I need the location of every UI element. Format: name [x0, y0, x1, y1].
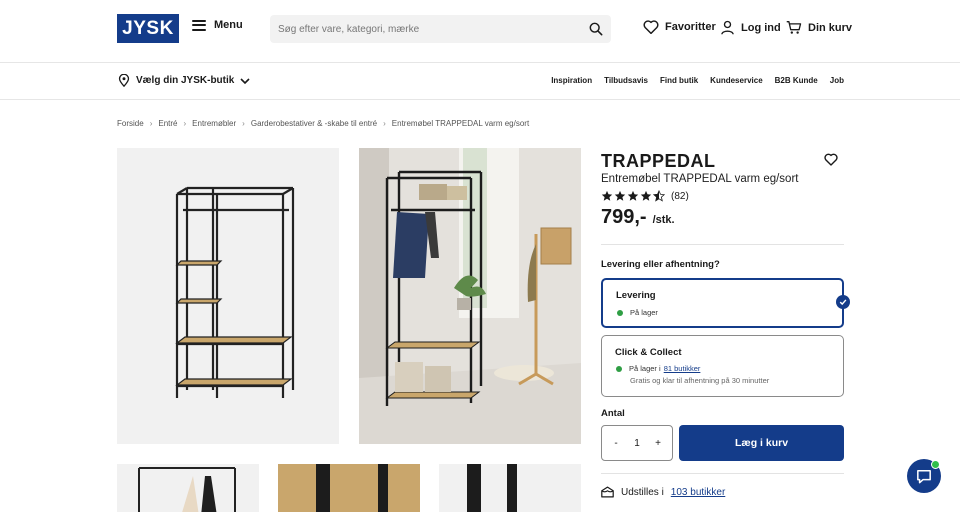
star-icon — [627, 190, 639, 201]
chevron-right-icon: › — [242, 119, 245, 128]
search-icon[interactable] — [589, 22, 603, 36]
chevron-right-icon: › — [183, 119, 187, 128]
store-icon — [601, 486, 614, 498]
room-scene-illustration — [359, 148, 581, 444]
star-icon — [640, 190, 652, 201]
chevron-down-icon — [240, 77, 250, 84]
divider — [601, 244, 844, 245]
breadcrumb-current: Entremøbel TRAPPEDAL varm eg/sort — [391, 119, 530, 128]
product-subtitle: Entremøbel TRAPPEDAL varm eg/sort — [601, 173, 799, 185]
nav-link-tilbudsavis[interactable]: Tilbudsavis — [604, 76, 648, 85]
delivery-option-title: Levering — [616, 290, 656, 301]
in-stock-dot-icon — [616, 365, 622, 372]
thumbnail-1[interactable] — [117, 464, 259, 512]
product-image-room[interactable] — [359, 148, 581, 444]
delivery-option[interactable]: Levering På lager — [601, 278, 844, 328]
breadcrumb-item[interactable]: Forside — [117, 119, 144, 128]
pickup-note: Gratis og klar til afhentning på 30 minu… — [630, 376, 770, 385]
quantity-label: Antal — [601, 408, 625, 419]
chat-bubble-icon — [917, 469, 931, 483]
nav-link-job[interactable]: Job — [830, 76, 844, 85]
product-title: TRAPPEDAL — [601, 151, 716, 171]
stock-status: På lager — [617, 308, 658, 317]
divider — [601, 473, 844, 474]
rating-count: (82) — [671, 190, 689, 202]
price-value: 799,- — [601, 206, 647, 228]
thumbnail-2[interactable] — [278, 464, 420, 512]
nav-link-find-butik[interactable]: Find butik — [660, 76, 698, 85]
quantity-stepper: - 1 + — [601, 425, 673, 461]
click-collect-option[interactable]: Click & Collect På lager i 81 butikker G… — [601, 335, 844, 397]
sub-navigation: Vælg din JYSK-butik Inspiration Tilbudsa… — [0, 63, 960, 100]
logo-text: JYSK — [122, 17, 174, 39]
cart-button[interactable]: Din kurv — [786, 20, 852, 35]
add-to-cart-label: Læg i kurv — [734, 437, 789, 449]
breadcrumb-item[interactable]: Entré — [158, 119, 177, 128]
click-collect-title: Click & Collect — [615, 347, 682, 358]
store-picker-label: Vælg din JYSK-butik — [136, 75, 235, 86]
decrease-button[interactable]: - — [610, 438, 622, 449]
jysk-logo[interactable]: JYSK — [117, 14, 179, 43]
menu-label: Menu — [214, 19, 243, 31]
online-status-dot — [931, 460, 940, 469]
thumbnail-illustration — [138, 467, 236, 512]
product-image-main[interactable] — [117, 148, 339, 444]
heart-icon — [643, 20, 659, 34]
star-icon — [601, 190, 613, 201]
chevron-right-icon: › — [149, 119, 153, 128]
subnav-links: Inspiration Tilbudsavis Find butik Kunde… — [551, 76, 844, 85]
chevron-right-icon: › — [383, 119, 386, 128]
nav-link-kundeservice[interactable]: Kundeservice — [710, 76, 762, 85]
add-to-cart-button[interactable]: Læg i kurv — [679, 425, 844, 461]
display-stores: Udstilles i 103 butikker — [601, 486, 725, 498]
price: 799,- /stk. — [601, 206, 675, 229]
store-picker[interactable]: Vælg din JYSK-butik — [118, 74, 250, 87]
display-stores-link[interactable]: 103 butikker — [671, 487, 725, 498]
quantity-value[interactable]: 1 — [634, 438, 640, 449]
heart-icon[interactable] — [824, 153, 838, 166]
star-half-icon — [653, 190, 665, 202]
breadcrumb-item[interactable]: Entremøbler — [192, 119, 236, 128]
stock-status: På lager i 81 butikker — [616, 364, 700, 373]
increase-button[interactable]: + — [652, 438, 664, 449]
breadcrumb: Forside › Entré › Entremøbler › Garderob… — [117, 119, 529, 128]
nav-link-inspiration[interactable]: Inspiration — [551, 76, 592, 85]
menu-button[interactable]: Menu — [192, 19, 243, 31]
search-bar — [270, 15, 611, 43]
cart-icon — [786, 21, 802, 34]
thumbnail-illustration — [467, 464, 517, 512]
location-pin-icon — [118, 74, 130, 87]
rating-stars[interactable]: (82) — [601, 190, 689, 202]
favorites-button[interactable]: Favoritter — [643, 20, 716, 34]
checkmark-icon — [836, 295, 850, 309]
price-unit: /stk. — [652, 214, 675, 226]
delivery-question: Levering eller afhentning? — [601, 259, 720, 270]
top-header: JYSK Menu Favoritter Log ind Din kurv — [0, 0, 960, 63]
thumbnail-illustration — [278, 464, 420, 512]
shelf-illustration — [175, 186, 295, 398]
login-button[interactable]: Log ind — [720, 20, 781, 35]
stores-link[interactable]: 81 butikker — [664, 364, 701, 373]
in-stock-dot-icon — [617, 309, 623, 316]
star-icon — [614, 190, 626, 201]
login-label: Log ind — [741, 21, 781, 34]
search-input[interactable] — [278, 23, 589, 35]
breadcrumb-item[interactable]: Garderobestativer & -skabe til entré — [251, 119, 377, 128]
nav-link-b2b[interactable]: B2B Kunde — [775, 76, 818, 85]
stock-prefix: På lager i — [629, 364, 661, 373]
cart-label: Din kurv — [808, 21, 853, 34]
stock-status-text: På lager — [630, 308, 658, 317]
thumbnail-3[interactable] — [439, 464, 581, 512]
hamburger-icon — [192, 19, 206, 31]
display-prefix: Udstilles i — [621, 486, 664, 498]
user-icon — [721, 20, 734, 35]
favorites-label: Favoritter — [665, 21, 716, 33]
